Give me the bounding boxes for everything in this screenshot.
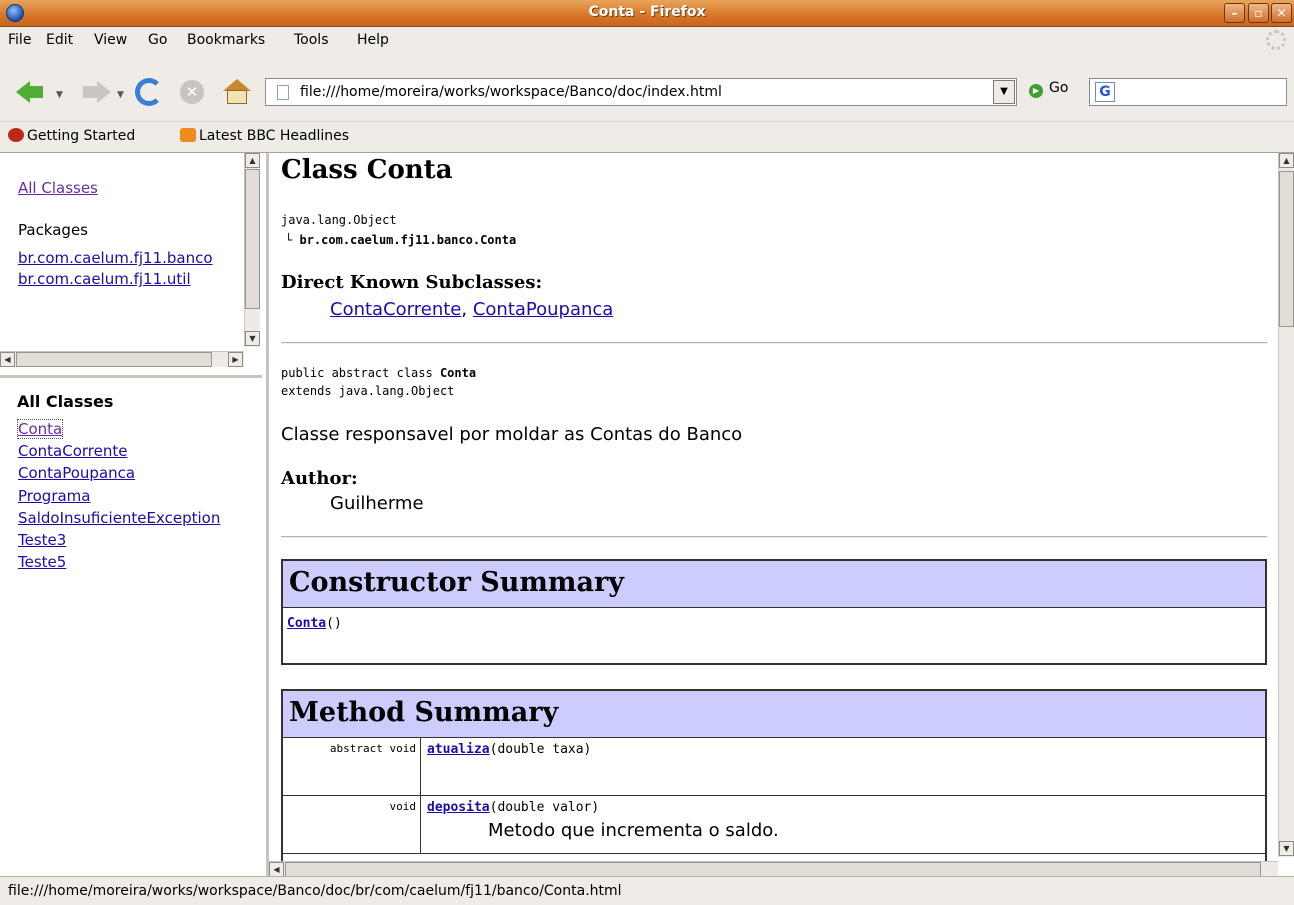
url-text[interactable]: file:///home/moreira/works/workspace/Ban…: [300, 84, 722, 100]
main-horizontal-scrollbar[interactable]: ◀: [269, 861, 1278, 877]
go-icon: ▶: [1029, 84, 1043, 98]
window-title: Conta - Firefox: [588, 4, 706, 20]
forward-dropdown-icon[interactable]: ▼: [117, 90, 124, 100]
menu-file[interactable]: File: [8, 32, 31, 48]
class-link[interactable]: SaldoInsuficienteException: [18, 509, 220, 527]
method-description: Metodo que incrementa o saldo.: [488, 820, 779, 841]
subclasses-heading: Direct Known Subclasses:: [281, 272, 543, 293]
url-history-dropdown[interactable]: ▼: [993, 80, 1015, 104]
search-box[interactable]: G: [1089, 78, 1287, 106]
minimize-button[interactable]: –: [1224, 3, 1245, 23]
method-summary-heading: Method Summary: [283, 691, 1265, 738]
browser-window: Conta - Firefox – ▫ ✕ File Edit View Go …: [0, 0, 1294, 905]
back-arrow-icon: [16, 81, 30, 103]
menu-view[interactable]: View: [94, 32, 127, 48]
method-link[interactable]: atualiza: [427, 742, 490, 757]
main-vertical-scrollbar[interactable]: ▲ ▼: [1278, 153, 1294, 857]
classes-frame: All Classes Conta ContaCorrente ContaPou…: [0, 375, 262, 877]
subclass-link[interactable]: ContaCorrente: [330, 299, 461, 320]
scroll-down-icon[interactable]: ▼: [1279, 841, 1294, 856]
constructor-summary-table: Constructor Summary Conta(): [281, 559, 1267, 665]
tree-connector-icon: └: [285, 233, 293, 247]
packages-vertical-scrollbar[interactable]: ▲ ▼: [244, 153, 260, 347]
go-button[interactable]: ▶ Go: [1029, 80, 1068, 98]
class-link[interactable]: Conta: [16, 419, 64, 439]
menu-bookmarks[interactable]: Bookmarks: [187, 32, 265, 48]
close-button[interactable]: ✕: [1271, 3, 1292, 23]
stop-icon[interactable]: ✕: [180, 80, 204, 104]
scroll-thumb[interactable]: [285, 862, 1261, 877]
packages-horizontal-scrollbar[interactable]: ◀ ▶: [0, 351, 244, 367]
back-dropdown-icon[interactable]: ▼: [56, 90, 63, 100]
subclasses-list: ContaCorrente, ContaPoupanca: [330, 299, 614, 320]
menu-bar: File Edit View Go Bookmarks Tools Help: [0, 27, 1294, 53]
bookmarks-toolbar: Getting Started Latest BBC Headlines: [0, 121, 1294, 151]
all-classes-link[interactable]: All Classes: [18, 179, 98, 197]
package-link[interactable]: br.com.caelum.fj11.util: [18, 270, 191, 288]
scroll-up-icon[interactable]: ▲: [1279, 153, 1294, 168]
url-bar[interactable]: file:///home/moreira/works/workspace/Ban…: [265, 78, 1017, 106]
method-row: void deposita(double valor) Metodo que i…: [283, 796, 1265, 854]
method-modifiers: void: [283, 796, 421, 853]
scroll-down-icon[interactable]: ▼: [245, 331, 260, 346]
page-title: Class Conta: [281, 155, 453, 185]
class-link[interactable]: Teste5: [18, 553, 66, 571]
menu-edit[interactable]: Edit: [46, 32, 73, 48]
method-summary-table: Method Summary abstract void atualiza(do…: [281, 689, 1267, 877]
method-signature: deposita(double valor): [427, 800, 600, 815]
package-link[interactable]: br.com.caelum.fj11.banco: [18, 249, 213, 267]
status-bar: file:///home/moreira/works/workspace/Ban…: [0, 876, 1294, 905]
scroll-thumb[interactable]: [1279, 171, 1294, 327]
method-row: abstract void atualiza(double taxa): [283, 738, 1265, 796]
forward-arrow-icon: [97, 81, 111, 103]
method-modifiers: abstract void: [283, 738, 421, 795]
throbber-icon: [1266, 30, 1286, 50]
menu-tools[interactable]: Tools: [294, 32, 329, 48]
bookmark-bbc-headlines[interactable]: Latest BBC Headlines: [180, 128, 349, 144]
hierarchy-class: └ br.com.caelum.fj11.banco.Conta: [285, 233, 517, 247]
class-declaration: public abstract class Conta: [281, 366, 477, 380]
scroll-thumb[interactable]: [16, 352, 212, 367]
class-description: Classe responsavel por moldar as Contas …: [281, 424, 743, 445]
menu-go[interactable]: Go: [148, 32, 167, 48]
class-link[interactable]: ContaCorrente: [18, 442, 127, 460]
constructor-link[interactable]: Conta: [287, 616, 326, 631]
packages-heading: Packages: [18, 221, 88, 239]
class-link[interactable]: Teste3: [18, 531, 66, 549]
scroll-up-icon[interactable]: ▲: [245, 153, 260, 168]
divider: [281, 536, 1267, 538]
scroll-thumb[interactable]: [245, 169, 260, 309]
class-link[interactable]: Programa: [18, 487, 90, 505]
divider: [281, 342, 1267, 344]
hierarchy-root: java.lang.Object: [281, 213, 397, 227]
packages-frame: All Classes Packages br.com.caelum.fj11.…: [0, 153, 262, 375]
class-link[interactable]: ContaPoupanca: [18, 464, 135, 482]
method-link[interactable]: deposita: [427, 800, 490, 815]
page-icon: [277, 85, 289, 100]
classes-heading: All Classes: [17, 392, 114, 411]
scroll-left-icon[interactable]: ◀: [0, 352, 15, 367]
bookmark-getting-started[interactable]: Getting Started: [8, 128, 135, 144]
class-detail-frame: Class Conta java.lang.Object └ br.com.ca…: [266, 153, 1294, 877]
firefox-bookmark-icon: [8, 128, 24, 142]
constructor-row: Conta(): [287, 616, 342, 631]
author-heading: Author:: [281, 468, 358, 489]
scroll-right-icon[interactable]: ▶: [228, 352, 243, 367]
reload-icon[interactable]: [135, 78, 163, 106]
content-area: All Classes Packages br.com.caelum.fj11.…: [0, 152, 1294, 877]
author-name: Guilherme: [330, 493, 424, 514]
subclass-link[interactable]: ContaPoupanca: [473, 299, 614, 320]
method-signature: atualiza(double taxa): [427, 742, 592, 757]
menu-help[interactable]: Help: [357, 32, 389, 48]
scroll-left-icon[interactable]: ◀: [269, 862, 284, 877]
google-engine-icon[interactable]: G: [1095, 82, 1115, 102]
title-bar: Conta - Firefox – ▫ ✕: [0, 0, 1294, 27]
rss-feed-icon: [180, 128, 196, 142]
maximize-button[interactable]: ▫: [1248, 3, 1269, 23]
status-text: file:///home/moreira/works/workspace/Ban…: [8, 883, 622, 899]
class-extends: extends java.lang.Object: [281, 384, 455, 398]
constructor-summary-heading: Constructor Summary: [283, 561, 1265, 608]
